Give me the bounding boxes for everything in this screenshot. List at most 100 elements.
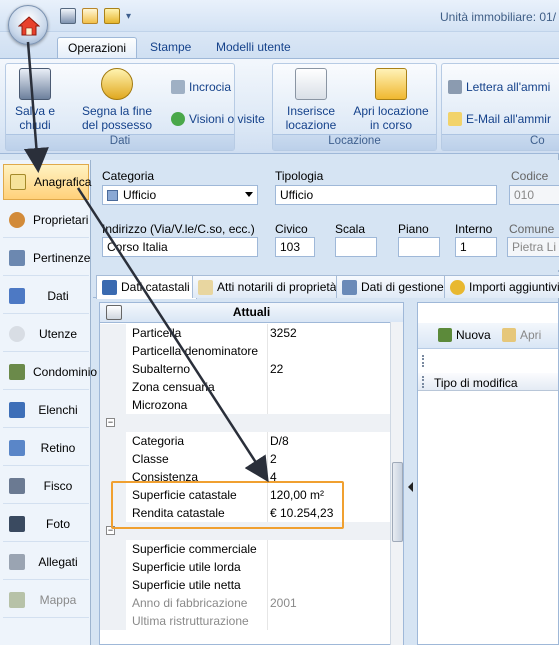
tab-modelli-utente[interactable]: Modelli utente	[206, 37, 301, 58]
visioni-button[interactable]: Visioni o visite	[171, 112, 265, 126]
open-button[interactable]: Apri	[502, 328, 541, 342]
row-gutter	[100, 576, 126, 594]
categoria-value: Ufficio	[123, 188, 157, 202]
tab-dati-catastali[interactable]: Dati catastali	[96, 275, 197, 299]
sidebar-item-proprietari[interactable]: Proprietari	[3, 202, 89, 238]
car-icon	[9, 249, 25, 266]
grid-row[interactable]: Classe 2	[100, 450, 390, 468]
tipologia-field[interactable]: Ufficio	[275, 185, 497, 205]
tab-label: Importi aggiuntivi	[469, 280, 559, 294]
save-icon[interactable]	[60, 8, 76, 24]
grid-row[interactable]: Particella 3252	[100, 324, 390, 342]
customize-toolbar-icon[interactable]: ▾	[126, 11, 131, 22]
letter-button[interactable]: Lettera all'ammi	[448, 80, 550, 94]
highlight-box	[111, 481, 344, 529]
sidebar-item-pertinenze[interactable]: Pertinenze	[3, 240, 90, 276]
grid-row[interactable]: Ultima ristrutturazione	[100, 612, 390, 630]
comune-field[interactable]: Pietra Li	[507, 237, 559, 257]
application-menu-button[interactable]	[8, 5, 48, 45]
incrocia-button[interactable]: Incrocia	[171, 80, 231, 94]
tab-importi-aggiuntivi[interactable]: Importi aggiuntivi	[444, 275, 559, 298]
cross-arrows-icon	[171, 80, 185, 94]
grid-row[interactable]: Superficie commerciale	[100, 540, 390, 558]
scala-field[interactable]	[335, 237, 377, 257]
grid-row[interactable]: Superficie utile lorda	[100, 558, 390, 576]
grid-row[interactable]: Microzona	[100, 396, 390, 414]
map-icon	[9, 591, 25, 608]
window-title: Unità immobiliare: 01/	[440, 10, 557, 24]
panel-splitter[interactable]	[405, 302, 417, 645]
tipologia-label: Tipologia	[275, 169, 324, 183]
tab-dati-gestione[interactable]: Dati di gestione	[336, 275, 451, 298]
sidebar-item-label: Mappa	[39, 592, 77, 607]
grid-row[interactable]: Superficie utile netta	[100, 576, 390, 594]
column-divider	[267, 324, 268, 342]
tab-stampe[interactable]: Stampe	[140, 37, 201, 58]
save-close-button[interactable]: Salva e chiudi	[8, 68, 62, 132]
sidebar-item-foto[interactable]: Foto	[3, 506, 89, 542]
grid-row-value[interactable]: 2	[270, 452, 277, 466]
sidebar-item-fisco[interactable]: Fisco	[3, 468, 89, 504]
collapse-arrow-icon[interactable]	[408, 482, 413, 492]
civico-field[interactable]: 103	[275, 237, 315, 257]
sidebar-item-allegati[interactable]: Allegati	[3, 544, 89, 580]
grid-row-value[interactable]: D/8	[270, 434, 289, 448]
row-gutter	[100, 612, 126, 630]
id-card-icon	[10, 174, 26, 190]
content-tabs: Dati catastali Atti notarili di propriet…	[93, 272, 559, 299]
grid-row-value[interactable]: 2001	[270, 596, 297, 610]
quick-access-toolbar: ▾	[58, 8, 131, 24]
grid-row[interactable]: Particella denominatore	[100, 342, 390, 360]
interno-field[interactable]: 1	[455, 237, 497, 257]
grid-category-row[interactable]: −	[100, 414, 390, 432]
email-button[interactable]: E-Mail all'ammir	[448, 112, 551, 126]
grid-row[interactable]: Zona censuaria	[100, 378, 390, 396]
categoria-select[interactable]: Ufficio	[102, 185, 258, 205]
ribbon-tabs: Operazioni Stampe Modelli utente	[0, 32, 559, 58]
grid-row[interactable]: Categoria D/8	[100, 432, 390, 450]
interno-label: Interno	[455, 222, 493, 236]
new-button[interactable]: Nuova	[438, 328, 491, 342]
codice-field[interactable]: 010	[509, 185, 559, 205]
sidebar-item-mappa[interactable]: Mappa	[3, 582, 89, 618]
ribbon: Salva e chiudi Segna la fine del possess…	[0, 58, 559, 154]
column-divider	[267, 594, 268, 612]
sidebar-item-retino[interactable]: Retino	[3, 430, 89, 466]
modifications-toolbar: Nuova Apri	[418, 323, 558, 349]
indirizzo-field[interactable]: Corso Italia	[102, 237, 258, 257]
end-possession-button[interactable]: Segna la fine del possesso	[76, 68, 158, 132]
cadastral-property-grid: Attuali Particella 3252 Particella denomin…	[99, 302, 404, 645]
grid-scrollbar[interactable]	[390, 322, 403, 645]
sidebar-item-utenze[interactable]: Utenze	[3, 316, 89, 352]
group-comunicazioni-label: Co	[442, 134, 559, 150]
save-close-label: Salva e chiudi	[14, 104, 56, 132]
modifications-column-header[interactable]: Tipo di modifica	[418, 373, 558, 391]
insert-lease-button[interactable]: Inserisce locazione	[279, 68, 343, 132]
grid-row[interactable]: Anno di fabbricazione 2001	[100, 594, 390, 612]
grid-row-name: Superficie utile lorda	[132, 560, 241, 574]
open-lease-button[interactable]: Apri locazione in corso	[349, 68, 433, 132]
pencil-icon	[502, 328, 516, 342]
grid-row[interactable]: Subalterno 22	[100, 360, 390, 378]
sidebar-item-elenchi[interactable]: Elenchi	[3, 392, 89, 428]
sidebar-item-dati[interactable]: Dati	[3, 278, 89, 314]
grid-row-name: Ultima ristrutturazione	[132, 614, 249, 628]
eye-icon	[171, 112, 185, 126]
collapse-toggle-icon[interactable]: −	[106, 418, 115, 427]
tab-operazioni[interactable]: Operazioni	[57, 37, 138, 58]
scrollbar-thumb[interactable]	[392, 462, 403, 542]
tab-atti-notarili[interactable]: Atti notarili di proprietà	[192, 275, 344, 298]
civico-label: Civico	[275, 222, 308, 236]
sidebar-item-anagrafica[interactable]: Anagrafica	[3, 164, 91, 200]
indirizzo-label: Indirizzo (Via/V.le/C.so, ecc.)	[102, 222, 255, 236]
sidebar-item-condominio[interactable]: Condominio	[3, 354, 97, 390]
piano-field[interactable]	[398, 237, 440, 257]
grid-row-value[interactable]: 22	[270, 362, 283, 376]
grid-row-name: Particella denominatore	[132, 344, 259, 358]
edit-icon[interactable]	[82, 8, 98, 24]
ledger-icon	[342, 280, 357, 295]
codice-label: Codice	[511, 169, 549, 183]
grid-row-value[interactable]: 3252	[270, 326, 297, 340]
key-icon[interactable]	[104, 8, 120, 24]
printer-icon[interactable]	[106, 305, 122, 320]
